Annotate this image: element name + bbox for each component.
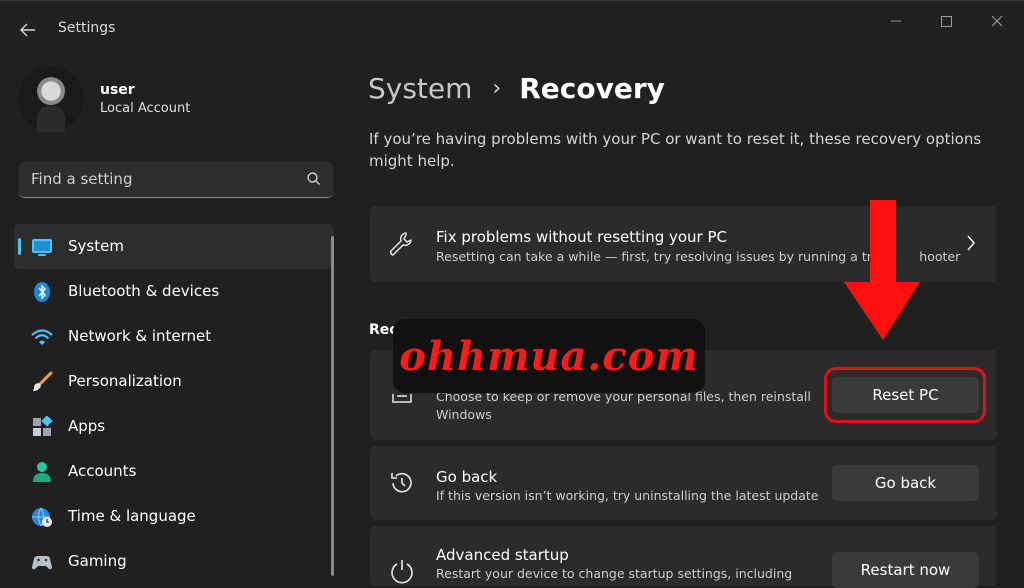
sidebar-item-network[interactable]: Network & internet (14, 314, 334, 359)
sidebar-item-apps[interactable]: Apps (14, 404, 334, 449)
account-type: Local Account (100, 101, 191, 116)
fix-problems-desc-tail: hooter (919, 249, 961, 264)
active-indicator (18, 238, 21, 255)
apps-icon (33, 416, 53, 436)
bluetooth-icon (34, 282, 50, 302)
close-button[interactable] (975, 8, 1019, 34)
search-box[interactable] (19, 162, 333, 198)
restart-now-button[interactable]: Restart now (832, 552, 979, 588)
sidebar-item-label: Time & language (68, 507, 196, 525)
advanced-startup-icon (391, 560, 413, 584)
go-back-button[interactable]: Go back (832, 465, 979, 501)
sidebar-item-accounts[interactable]: Accounts (14, 449, 334, 494)
fix-problems-title: Fix problems without resetting your PC (436, 228, 728, 246)
sidebar-item-label: Accounts (68, 462, 137, 480)
maximize-button[interactable] (924, 8, 968, 34)
person-icon (33, 462, 51, 482)
minimize-button[interactable] (874, 8, 918, 34)
globe-clock-icon (32, 507, 52, 527)
system-icon (32, 239, 52, 256)
sidebar-item-label: Apps (68, 417, 106, 435)
watermark: ohhmua.com (393, 319, 705, 393)
sidebar-item-label: System (68, 237, 124, 255)
close-icon (991, 15, 1003, 27)
settings-window: Settings user Local Account System Bluet… (0, 0, 1024, 588)
search-input[interactable] (31, 170, 291, 188)
app-title: Settings (58, 20, 116, 36)
sidebar-nav: System Bluetooth & devices Network & int… (14, 224, 334, 584)
go-back-card: Go back If this version isn’t working, t… (370, 446, 997, 520)
sidebar-scrollbar[interactable] (331, 236, 334, 576)
brush-icon (33, 371, 53, 391)
title-bar: Settings (0, 0, 1024, 58)
advanced-startup-title: Advanced startup (436, 546, 569, 564)
sidebar-item-time-language[interactable]: Time & language (14, 494, 334, 539)
advanced-startup-description: Restart your device to change startup se… (436, 566, 793, 581)
sidebar-item-system[interactable]: System (14, 224, 334, 269)
gamepad-icon (32, 556, 52, 570)
page-description: If you’re having problems with your PC o… (369, 130, 982, 170)
sidebar-item-label: Bluetooth & devices (68, 282, 220, 300)
go-back-title: Go back (436, 468, 498, 486)
reset-pc-description: Choose to keep or remove your personal f… (436, 388, 816, 424)
avatar (18, 66, 84, 132)
history-icon (391, 472, 412, 493)
go-back-description: If this version isn’t working, try unins… (436, 488, 819, 503)
maximize-icon (940, 15, 952, 27)
back-arrow-icon (20, 23, 35, 37)
wrench-icon (390, 232, 412, 256)
reset-pc-desc-line2: Windows (436, 407, 492, 422)
sidebar-item-label: Personalization (68, 372, 182, 390)
sidebar-item-personalization[interactable]: Personalization (14, 359, 334, 404)
watermark-text: ohhmua.com (399, 332, 699, 380)
page-title: Recovery (519, 71, 665, 105)
reset-highlight-ring (824, 367, 986, 423)
red-down-arrow-icon (844, 200, 920, 340)
user-profile[interactable]: user Local Account (18, 66, 338, 136)
breadcrumb-separator: › (492, 75, 502, 101)
user-name: user (100, 82, 135, 98)
back-button[interactable] (14, 16, 42, 44)
minimize-icon (891, 20, 901, 22)
sidebar-item-label: Gaming (68, 552, 127, 570)
sidebar-item-bluetooth[interactable]: Bluetooth & devices (14, 269, 334, 314)
breadcrumb-parent[interactable]: System (368, 72, 472, 105)
wifi-icon (31, 329, 53, 345)
chevron-right-icon (967, 235, 976, 251)
search-icon (307, 172, 320, 185)
fix-problems-desc-text: Resetting can take a while — first, try … (436, 249, 880, 264)
advanced-startup-card: Advanced startup Restart your device to … (370, 526, 997, 588)
sidebar-item-label: Network & internet (68, 327, 212, 345)
breadcrumb: System › Recovery (368, 68, 665, 108)
sidebar-item-gaming[interactable]: Gaming (14, 539, 334, 584)
